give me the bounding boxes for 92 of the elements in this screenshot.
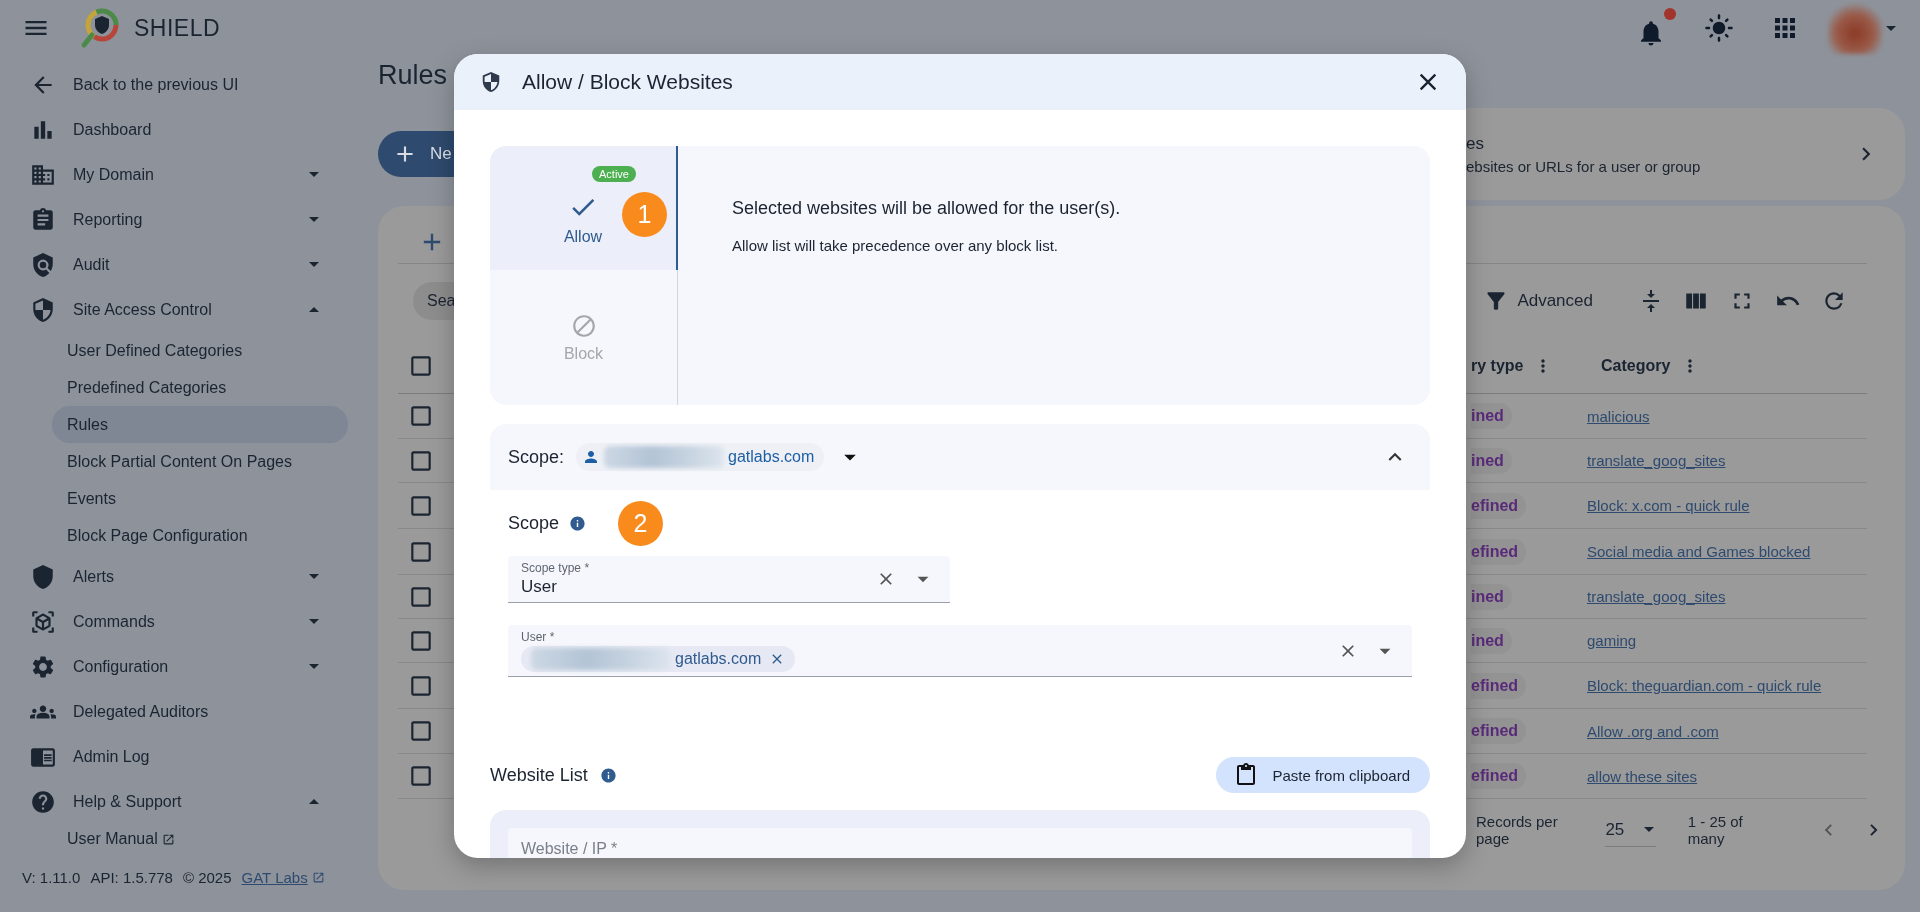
nav-subitem[interactable]: Block Partial Content On Pages [52,443,348,480]
new-button[interactable]: Ne [378,131,454,177]
notification-dot [1664,8,1676,20]
nav-subitem[interactable]: Events [52,480,348,517]
nav-subitem[interactable]: Predefined Categories [52,369,348,406]
step-marker: 1 [622,192,667,237]
status-badge: Active [592,166,636,182]
back-link[interactable]: Back to the previous UI [22,62,348,107]
category-link[interactable]: translate_goog_sites [1587,452,1867,469]
scope-type-select[interactable]: Scope type * User [508,556,950,603]
mode-note: Allow list will take precedence over any block list. [732,237,1059,254]
step-marker: 2 [618,500,664,546]
cube-icon [30,608,56,635]
nav-subitem[interactable]: Rules [52,406,348,443]
scope-header[interactable]: Scope: gatlabs.com [490,424,1430,490]
external-link-icon [311,871,325,884]
category-link[interactable]: translate_goog_sites [1587,588,1867,605]
category-link[interactable]: Social media and Games blocked [1587,543,1867,560]
nav-item[interactable]: Site Access Control [22,287,348,332]
help-icon [30,788,56,815]
category-type-tag: ined [1471,447,1512,474]
nav-item[interactable]: Admin Log [22,734,348,779]
user-select[interactable]: User * gatlabs.com [508,625,1412,677]
dialog-title: Allow / Block Websites [522,70,733,94]
field-label: Scope type * [521,561,591,575]
sun-icon[interactable] [1704,13,1734,43]
checkbox[interactable] [408,718,434,744]
app-title: SHIELD [134,14,221,42]
category-link[interactable]: malicious [1587,407,1867,425]
checkbox[interactable] [408,403,434,429]
column-header[interactable]: ry type [1471,355,1587,376]
shield-alert-icon [30,563,56,590]
nav-item[interactable]: Alerts [22,554,348,599]
external-link-icon [161,832,175,846]
field-value: User [521,577,558,597]
api-version-text: API: 1.5.778 [90,869,173,886]
caret-icon [1644,827,1655,832]
caret-icon [1886,25,1896,31]
category-type-tag: efined [1471,672,1527,699]
search-field[interactable]: Sea [413,282,454,320]
shield-icon [480,71,502,93]
nav-item[interactable]: My Domain [22,152,348,197]
column-header[interactable]: Category [1601,355,1867,376]
page-range: 1 - 25 of many [1687,813,1744,847]
nav-subitem[interactable]: Block Page Configuration [52,517,348,554]
category-link[interactable]: Block: x.com - quick rule [1587,497,1867,514]
category-link[interactable]: Block: theguardian.com - quick rule [1587,677,1867,694]
nav-item[interactable]: Delegated Auditors [22,689,348,734]
block-icon [570,312,597,339]
nav-subitem[interactable]: User Manual [52,824,348,854]
user-chip: gatlabs.com [521,645,796,672]
category-link[interactable]: allow these sites [1587,767,1867,785]
category-type-tag: ined [1471,583,1512,610]
shield-search-icon [30,251,56,278]
category-type-tag: ined [1471,403,1512,429]
nav-item[interactable]: Audit [22,242,348,287]
section-title: Scope [508,512,560,534]
info-icon[interactable] [569,514,587,532]
section-title: Website List [490,764,588,786]
mode-tab[interactable]: Active Allow 1 [490,146,678,270]
nav-item[interactable]: Commands [22,599,348,644]
nav-item[interactable]: Configuration [22,644,348,689]
nav-item[interactable]: Reporting [22,197,348,242]
nav-subitem[interactable]: User Defined Categories [52,332,348,369]
website-field[interactable]: Website / IP * [508,828,1412,858]
page-title: Rules [378,60,448,92]
nav-item[interactable]: Help & Support [22,779,348,824]
version-text: V: 1.11.0 [22,869,81,886]
category-type-tag: efined [1471,492,1527,519]
category-link[interactable]: Allow .org and .com [1587,722,1867,740]
paste-button[interactable]: Paste from clipboard [1216,757,1430,793]
copyright-text: © 2025 [182,869,232,886]
advanced-filter-button[interactable]: Advanced [1477,287,1599,315]
checkbox[interactable] [408,763,434,789]
category-link[interactable]: gaming [1587,632,1867,649]
scope-label: Scope: [508,446,565,468]
clipboard-icon [30,206,56,233]
field-label: User * [521,629,556,644]
banner-title: es [1466,133,1485,154]
category-type-tag: ined [1471,627,1512,654]
category-type-tag: efined [1471,763,1527,789]
mode-description: Selected websites will be allowed for the user(s). [732,198,1122,219]
category-type-tag: efined [1471,538,1527,565]
banner-subtitle: ebsites or URLs for a user or group [1466,157,1701,175]
per-page-select[interactable]: 25 [1605,813,1656,847]
info-icon[interactable] [599,766,617,784]
records-per-page-label: Records per page [1476,813,1559,847]
logo-icon [80,7,120,49]
company-link[interactable]: GAT Labs [241,869,325,886]
user-chip: gatlabs.com [576,443,825,471]
nav-item[interactable]: Dashboard [22,107,348,152]
category-type-tag: efined [1471,718,1527,744]
